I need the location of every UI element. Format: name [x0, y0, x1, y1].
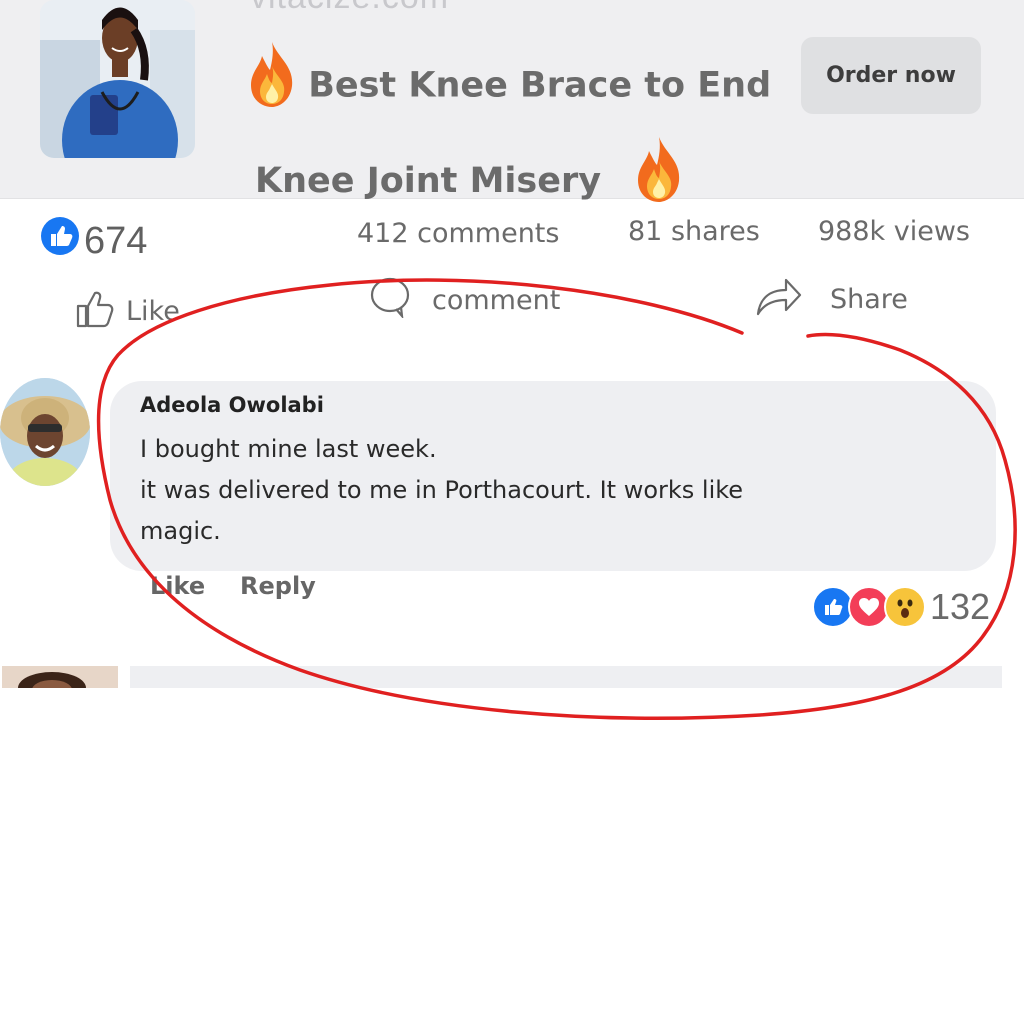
like-button[interactable]: Like	[74, 286, 180, 337]
post-action-bar: Like comment Share	[0, 270, 1024, 340]
comment-author[interactable]: Adeola Owolabi	[140, 393, 324, 417]
commenter-avatar[interactable]	[0, 378, 90, 486]
comment-line: I bought mine last week.	[140, 435, 437, 463]
next-comment-bubble[interactable]	[130, 666, 1002, 688]
post-stats-bar: 674 412 comments 81 shares 988k views	[0, 212, 1024, 262]
comment-like-button[interactable]: Like	[150, 572, 205, 600]
share-arrow-icon	[754, 274, 804, 325]
comment-body: I bought mine last week. it was delivere…	[140, 429, 920, 552]
ad-headline-line1: Best Knee Brace to End	[308, 65, 772, 106]
sponsored-ad-banner[interactable]: vitacize.com Best Knee Brace to End Knee…	[0, 0, 1024, 202]
ad-domain: vitacize.com	[250, 0, 449, 17]
share-button[interactable]: Share	[754, 274, 908, 325]
fire-icon	[248, 40, 296, 133]
like-reaction-icon	[40, 216, 80, 266]
ad-headline-line2: Knee Joint Misery	[255, 160, 602, 201]
shares-count[interactable]: 81 shares	[628, 216, 760, 247]
comment-item: Adeola Owolabi I bought mine last week. …	[0, 378, 1024, 628]
ad-thumbnail-nurse[interactable]	[40, 0, 195, 158]
comment-line: it was delivered to me in Porthacourt. I…	[140, 476, 744, 504]
comment-line: magic.	[140, 517, 221, 545]
share-button-label: Share	[830, 284, 908, 315]
comment-reply-button[interactable]: Reply	[240, 572, 316, 600]
ad-headline[interactable]: Best Knee Brace to End Knee Joint Misery	[248, 40, 788, 230]
comments-count[interactable]: 412 comments	[357, 218, 559, 249]
comment-bubble[interactable]: Adeola Owolabi I bought mine last week. …	[110, 381, 996, 571]
comment-button[interactable]: comment	[368, 276, 560, 325]
like-count-value: 674	[84, 219, 148, 262]
wow-icon	[884, 586, 926, 628]
thumbs-up-icon	[74, 286, 118, 337]
comment-reactions[interactable]: 132	[812, 586, 990, 628]
order-now-button[interactable]: Order now	[801, 37, 981, 114]
reaction-count: 132	[930, 586, 991, 627]
next-comment-partial	[0, 664, 1024, 688]
next-commenter-avatar[interactable]	[2, 666, 118, 688]
comment-button-label: comment	[432, 285, 561, 316]
like-button-label: Like	[126, 296, 180, 327]
speech-bubble-icon	[368, 276, 412, 325]
post-like-count[interactable]: 674	[40, 216, 147, 266]
views-count: 988k views	[818, 216, 970, 247]
